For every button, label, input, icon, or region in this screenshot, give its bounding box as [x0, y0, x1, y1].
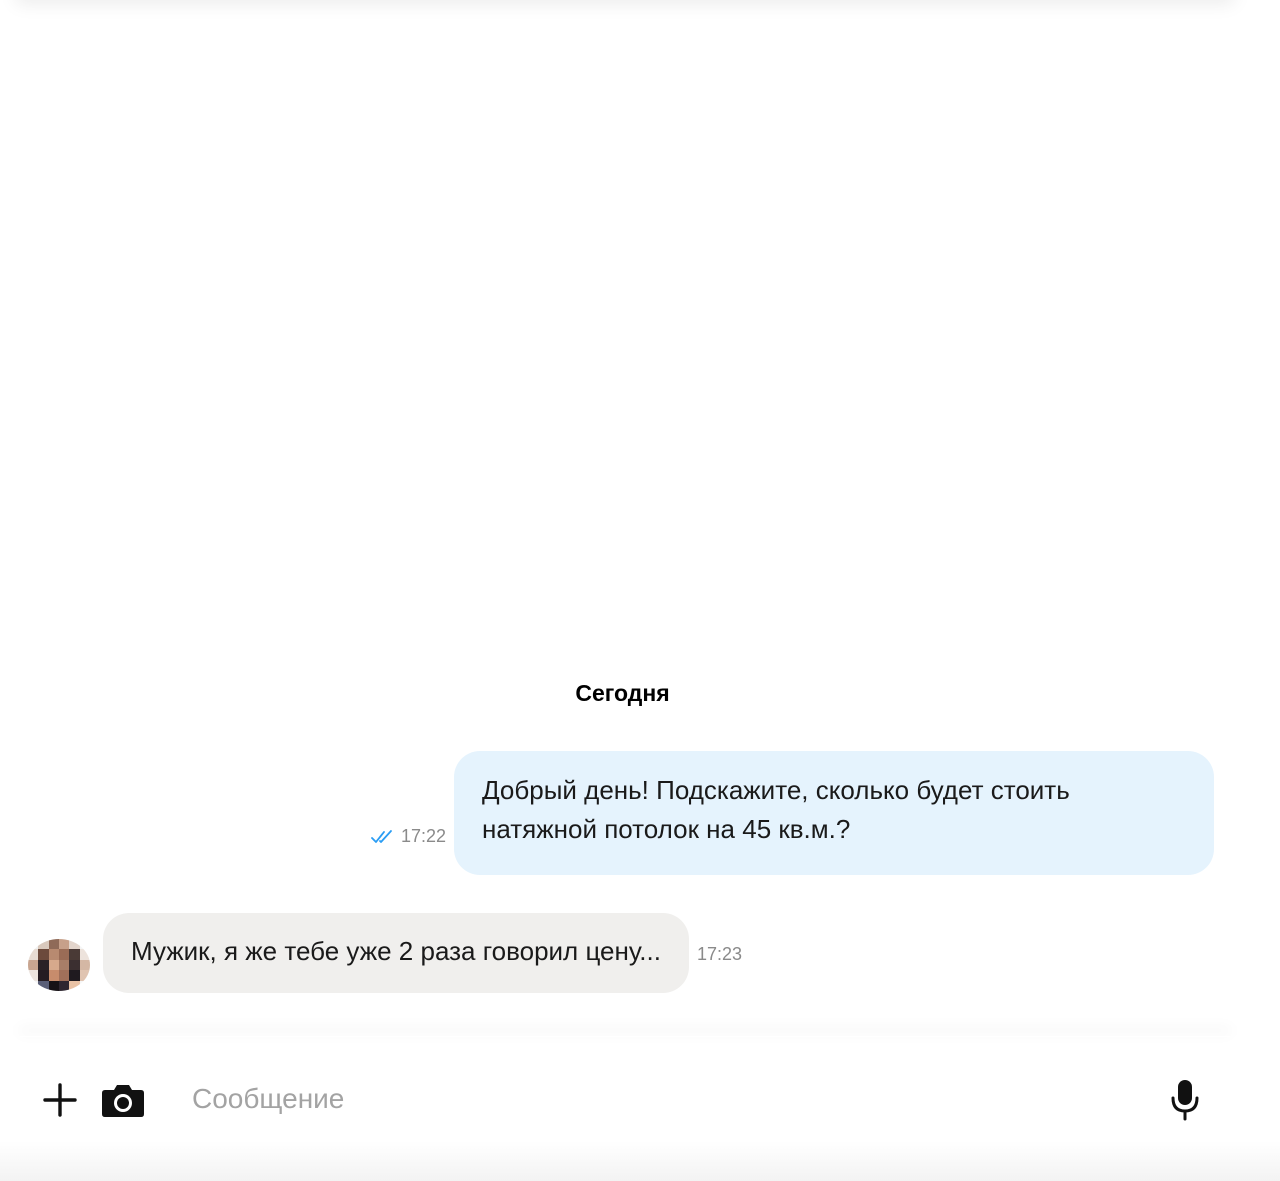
voice-message-button[interactable]	[1168, 1078, 1202, 1122]
incoming-message-bubble[interactable]: Мужик, я же тебе уже 2 раза говорил цену…	[103, 913, 689, 993]
composer-shadow	[20, 1036, 1230, 1037]
incoming-message-time: 17:23	[696, 944, 742, 964]
outgoing-message-line: Добрый день! Подскажите, сколько будет с…	[482, 775, 1070, 805]
plus-icon	[43, 1083, 77, 1117]
incoming-message[interactable]: Мужик, я же тебе уже 2 раза говорил цену…	[28, 913, 742, 993]
camera-icon	[102, 1085, 144, 1117]
outgoing-message-line: натяжной потолок на 45 кв.м.?	[482, 814, 851, 844]
message-composer	[0, 1036, 1280, 1181]
attach-button[interactable]	[40, 1080, 80, 1120]
outgoing-message[interactable]: 17:22 Добрый день! Подскажите, сколько б…	[371, 751, 1214, 875]
day-separator: Сегодня	[575, 680, 670, 706]
chat-window: Сегодня 17:22 Добрый день! Подскажите, с…	[0, 0, 1280, 1181]
camera-button[interactable]	[100, 1080, 146, 1120]
outgoing-message-meta: 17:22	[371, 826, 446, 847]
composer-footer	[0, 1141, 1280, 1181]
message-input[interactable]	[192, 1076, 1132, 1122]
message-list[interactable]: Сегодня 17:22 Добрый день! Подскажите, с…	[0, 0, 1280, 1036]
double-check-icon	[371, 829, 392, 843]
microphone-icon	[1171, 1080, 1199, 1121]
outgoing-message-bubble[interactable]: Добрый день! Подскажите, сколько будет с…	[454, 751, 1214, 875]
outgoing-message-time: 17:22	[400, 826, 446, 846]
pixelated-avatar[interactable]	[28, 939, 90, 991]
